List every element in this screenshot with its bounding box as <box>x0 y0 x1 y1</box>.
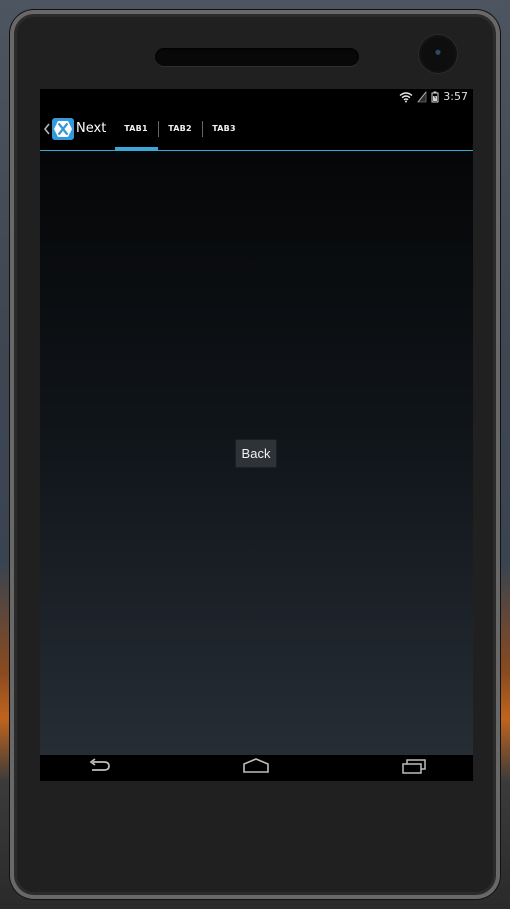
wifi-icon <box>399 91 413 103</box>
nav-home-button[interactable] <box>240 755 272 781</box>
tab-1-label: TAB1 <box>124 124 148 133</box>
camera-icon <box>421 37 455 71</box>
battery-icon <box>431 91 439 103</box>
back-arrow-icon <box>86 758 112 778</box>
tab-2-label: TAB2 <box>168 124 192 133</box>
status-bar: 3:57 <box>40 89 473 107</box>
phone-frame: 3:57 Next TAB1 TAB2 TAB3 Back <box>10 10 500 899</box>
nav-recents-button[interactable] <box>399 755 429 781</box>
signal-icon <box>417 90 427 103</box>
device-screen: 3:57 Next TAB1 TAB2 TAB3 Back <box>40 89 473 781</box>
home-icon <box>242 758 270 778</box>
recents-icon <box>400 758 428 778</box>
speaker-grille <box>155 48 359 66</box>
status-icons: 3:57 <box>399 90 468 103</box>
tab-3[interactable]: TAB3 <box>202 107 246 150</box>
system-navigation-bar <box>40 755 473 781</box>
tab-3-label: TAB3 <box>212 124 236 133</box>
xamarin-x-icon <box>52 118 74 140</box>
action-bar: Next TAB1 TAB2 TAB3 <box>40 107 473 151</box>
nav-back-button[interactable] <box>84 755 114 781</box>
page-title: Next <box>76 121 107 136</box>
tab-1[interactable]: TAB1 <box>114 107 158 151</box>
status-time: 3:57 <box>443 90 468 103</box>
tab-bar: TAB1 TAB2 TAB3 <box>114 107 246 151</box>
main-content: Back <box>40 151 473 755</box>
tab-2[interactable]: TAB2 <box>158 107 202 150</box>
chevron-left-icon <box>43 122 51 136</box>
back-button[interactable]: Back <box>235 439 277 468</box>
